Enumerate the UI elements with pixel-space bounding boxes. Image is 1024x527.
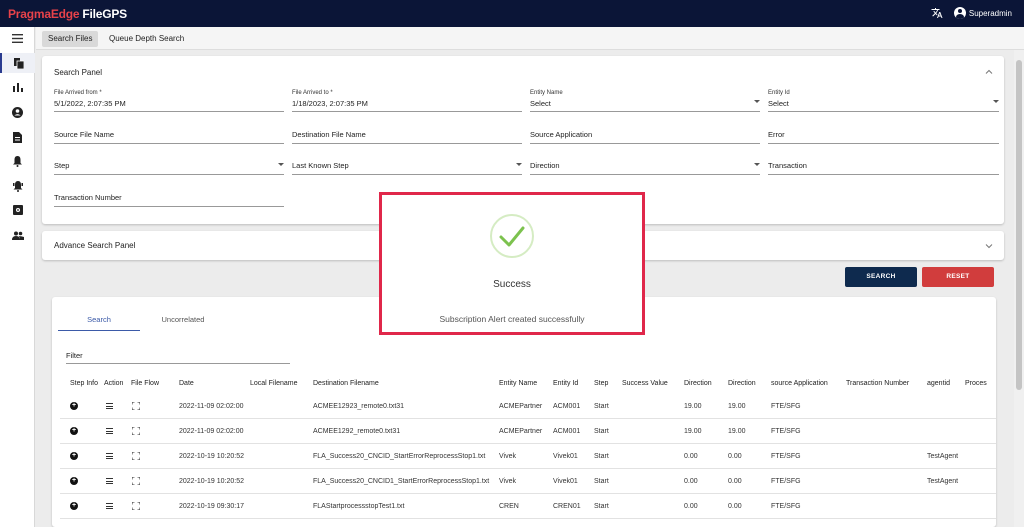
dialog-title: Success — [493, 279, 531, 290]
success-dialog: Success Subscription Alert created succe… — [379, 192, 645, 335]
dialog-message: Subscription Alert created successfully — [439, 314, 585, 324]
success-check-icon — [490, 214, 534, 258]
